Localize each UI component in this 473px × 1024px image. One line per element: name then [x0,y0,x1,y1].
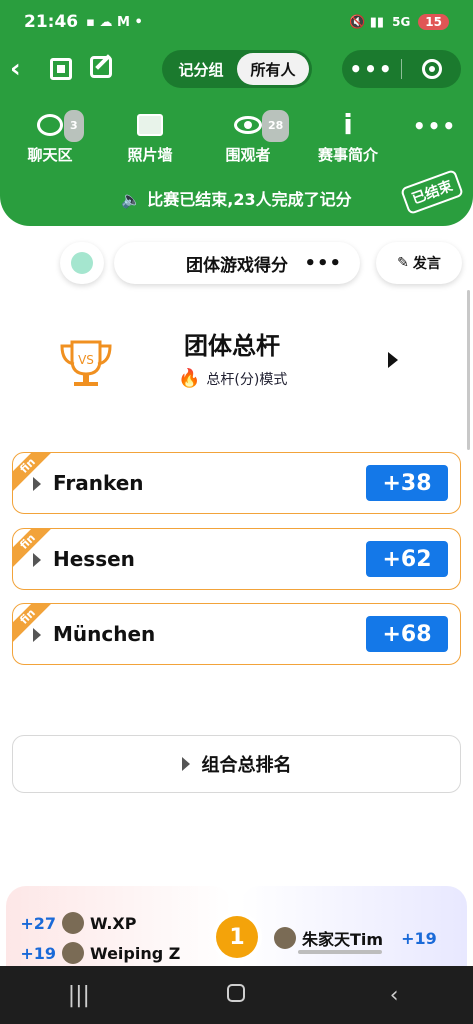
player-score: +19 [401,928,437,948]
photo-wall-button[interactable]: 照片墙 [110,110,190,165]
close-miniprogram-button[interactable] [402,50,461,88]
target-icon [421,59,442,79]
announcement-text: 比赛已结束,23人完成了记分 [147,190,352,209]
spectators-label: 围观者 [225,146,271,164]
notification-icons: ▪ ☁ M • [86,14,143,30]
rank-position-badge: 1 [216,916,258,958]
ranking-right-player: 朱家天Tim +19 [240,886,467,976]
team-name: München [53,622,156,646]
share-edit-icon[interactable] [90,56,112,78]
more-dots-icon: ••• [412,114,458,138]
team-score: +38 [366,465,448,501]
svg-text:VS: VS [78,353,94,367]
game-title-selector[interactable]: 团体游戏得分 ••• [114,242,360,284]
combination-ranking-button[interactable]: 组合总排名 [12,735,461,793]
event-info-label: 赛事简介 [317,146,378,164]
home-button[interactable] [206,983,266,1008]
team-name: Franken [53,471,144,495]
player-name: 朱家天Tim [302,930,384,949]
name-underline [298,950,382,954]
more-dots-icon: ••• [349,57,394,81]
home-icon [227,983,246,1002]
chat-bubble-icon [37,114,63,136]
expand-arrow-icon [181,757,190,771]
game-toolbar: 团体游戏得分 ••• ✎ 发言 [0,242,473,284]
spectators-button[interactable]: 28 围观者 [208,110,290,165]
more-features-button[interactable]: ••• [400,110,470,140]
more-dots-icon: ••• [304,252,342,274]
game-title: 团体游戏得分 [186,255,288,276]
speak-button[interactable]: ✎ 发言 [376,242,462,284]
avatar [62,942,84,964]
nav-row: ‹ 记分组 所有人 ••• [0,50,473,90]
chat-badge: 3 [64,110,84,142]
photo-icon [137,114,163,136]
segment-everyone[interactable]: 所有人 [237,53,309,85]
signal-icons: 🔇 ▮▮ [349,14,385,30]
speak-label: 发言 [412,256,441,272]
event-info-button[interactable]: i 赛事简介 [308,110,388,165]
team-score: +62 [366,541,448,577]
pencil-icon: ✎ [397,255,409,271]
eye-icon [234,116,262,134]
chat-label: 聊天区 [27,146,73,164]
speaker-icon: 🔈 [121,190,142,209]
ranking-preview[interactable]: +27 W.XP +19 Weiping Z 朱家天Tim +19 1 [6,886,467,976]
summary-title: 团体总杆 [184,332,280,360]
expand-arrow-icon[interactable] [388,352,398,368]
avatar [274,927,296,949]
avatar [62,912,84,934]
expand-arrow-icon [33,553,41,567]
app-header: 21:46 ▪ ☁ M • 🔇 ▮▮ 5G 15 ‹ 记分组 所有人 ••• 3… [0,0,473,226]
fire-icon: 🔥 [178,368,201,389]
game-avatar-button[interactable] [60,242,104,284]
expand-arrow-icon [33,628,41,642]
chat-area-button[interactable]: 3 聊天区 [10,110,90,165]
system-nav-bar: ||| ‹ [0,966,473,1024]
network-label: 5G [392,15,411,29]
back-icon[interactable]: ‹ [10,54,21,84]
player-name: W.XP [90,913,137,933]
team-row-hessen[interactable]: fin Hessen +62 [12,528,461,590]
player-row: +19 Weiping Z [16,942,180,964]
battery-indicator: 15 [418,14,449,30]
expand-arrow-icon [33,477,41,491]
summary-header[interactable]: VS 团体总杆 🔥 总杆(分)模式 [0,326,473,406]
recent-apps-icon[interactable]: ||| [49,983,109,1008]
summary-mode-label: 总杆(分)模式 [206,371,288,388]
segment-score-group[interactable]: 记分组 [165,53,237,85]
ranking-left-pair: +27 W.XP +19 Weiping Z [6,886,232,976]
team-row-muenchen[interactable]: fin München +68 [12,603,461,665]
combination-ranking-label: 组合总排名 [201,755,292,776]
qr-code-icon[interactable] [50,58,72,80]
feature-icon-row: 3 聊天区 照片墙 28 围观者 i 赛事简介 ••• [0,110,473,170]
miniprogram-capsule: ••• [342,50,461,88]
team-name: Hessen [53,547,135,571]
info-icon: i [343,108,353,141]
player-row: 朱家天Tim +19 [274,926,441,950]
summary-mode: 🔥 总杆(分)模式 [178,368,287,389]
player-score: +27 [20,913,56,933]
more-menu-button[interactable]: ••• [342,50,401,88]
player-name: Weiping Z [90,943,181,963]
spectators-badge: 28 [262,110,290,142]
player-score: +19 [20,943,56,963]
trophy-icon: VS [60,340,112,386]
clock: 21:46 [24,12,79,32]
photo-wall-label: 照片墙 [127,146,173,164]
player-row: +27 W.XP [16,912,136,934]
status-bar: 21:46 ▪ ☁ M • 🔇 ▮▮ 5G 15 [24,10,449,34]
team-score: +68 [366,616,448,652]
view-segmented-control: 记分组 所有人 [162,50,312,88]
back-nav-icon[interactable]: ‹ [364,983,424,1008]
team-row-franken[interactable]: fin Franken +38 [12,452,461,514]
game-avatar [71,252,93,274]
